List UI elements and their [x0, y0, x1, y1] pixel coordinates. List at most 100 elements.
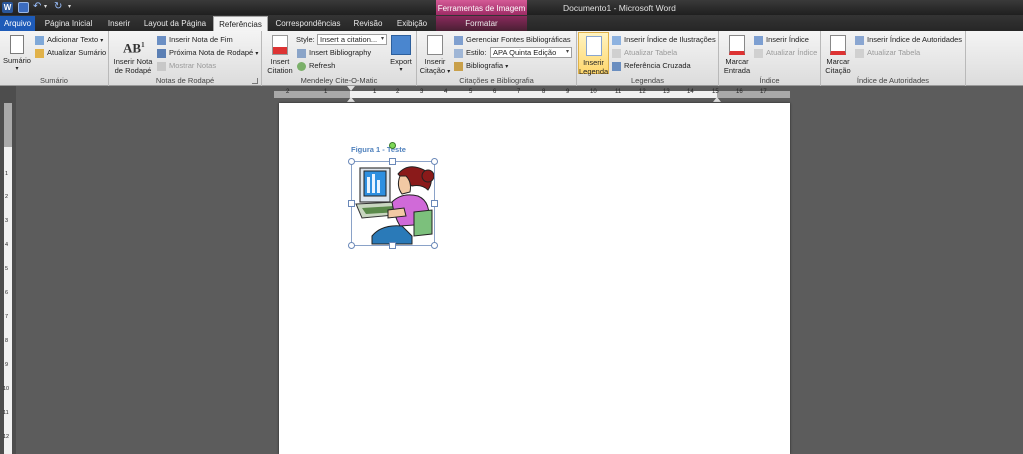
tab-referencias[interactable]: Referências [213, 16, 268, 31]
inserir-nota-de-fim-label: Inserir Nota de Fim [169, 35, 233, 44]
tab-inserir[interactable]: Inserir [102, 16, 136, 31]
mark-citation-icon [830, 35, 846, 55]
tab-correspondencias[interactable]: Correspondências [273, 16, 343, 31]
bibliografia-button[interactable]: Bibliografia ▾ [454, 60, 508, 72]
resize-handle-bm[interactable] [389, 242, 396, 249]
proxima-nota-button[interactable]: Próxima Nota de Rodapé ▾ [157, 47, 258, 59]
ruler-tick: 3 [420, 89, 424, 95]
vruler-tick: 9 [5, 362, 9, 368]
resize-handle-tr[interactable] [431, 158, 438, 165]
inserir-citacao-label-1: Inserir [424, 57, 446, 66]
marcar-entrada-button[interactable]: Marcar Entrada [721, 35, 753, 75]
customize-toolbar-icon[interactable]: ▾ [68, 2, 75, 13]
figure-caption[interactable]: Figura 1 - Teste [351, 145, 406, 154]
insert-citation-button[interactable]: Insert Citation [265, 35, 295, 75]
inserir-nota-de-fim-button[interactable]: Inserir Nota de Fim [157, 34, 233, 46]
atualizar-indice-button[interactable]: Atualizar Índice [754, 47, 817, 59]
group-sumario: Sumário ▾ Adicionar Texto ▾ Atualizar Su… [0, 31, 109, 86]
group-label-sumario: Sumário [40, 76, 68, 85]
group-notas-de-rodape: AB1 Inserir Nota de Rodapé Inserir Nota … [109, 31, 262, 86]
table-of-figures-icon [612, 36, 621, 45]
vruler-tick: 8 [5, 338, 9, 344]
horizontal-ruler[interactable]: 2 1 1 2 3 4 5 6 7 8 9 10 11 12 13 14 15 … [16, 86, 1023, 102]
undo-icon[interactable]: ↶ [33, 2, 44, 13]
inserir-citacao-button[interactable]: Inserir Citação ▾ [419, 35, 451, 77]
notas-dialog-launcher-icon[interactable] [252, 78, 258, 84]
word-app-icon[interactable]: W [2, 2, 13, 13]
ruler-tick: 7 [517, 89, 521, 95]
inserir-indice-ilustracoes-button[interactable]: Inserir Índice de Ilustrações [612, 34, 716, 46]
mostrar-notas-label: Mostrar Notas [169, 61, 217, 70]
inserir-indice-label: Inserir Índice [766, 35, 809, 44]
marcar-citacao-button[interactable]: Marcar Citação [823, 35, 853, 75]
citation-style-dropdown[interactable]: APA Quinta Edição ▾ [490, 47, 572, 58]
adicionar-texto-button[interactable]: Adicionar Texto ▾ [35, 34, 103, 46]
right-indent-marker[interactable] [713, 97, 721, 102]
group-label-legendas: Legendas [631, 76, 664, 85]
ruler-tick: 12 [639, 89, 646, 95]
insert-bibliography-button[interactable]: Insert Bibliography [297, 47, 371, 59]
resize-handle-br[interactable] [431, 242, 438, 249]
gerenciar-fontes-button[interactable]: Gerenciar Fontes Bibliográficas [454, 34, 571, 46]
insert-citation-label-2: Citation [267, 66, 293, 75]
resize-handle-ml[interactable] [348, 200, 355, 207]
tab-exibicao[interactable]: Exibição [392, 16, 432, 31]
update-authorities-icon [855, 49, 864, 58]
tab-formatar[interactable]: Formatar [436, 16, 527, 31]
tab-pagina-inicial[interactable]: Página Inicial [41, 16, 96, 31]
sumario-dropdown-icon: ▾ [15, 66, 19, 72]
bibliography-book-icon [454, 62, 463, 71]
vruler-tick: 3 [5, 218, 9, 224]
selected-image[interactable] [348, 158, 438, 249]
group-label-indice: Índice [759, 76, 780, 85]
inserir-indice-autoridades-button[interactable]: Inserir Índice de Autoridades [855, 34, 962, 46]
ruler-tick: 1 [373, 89, 377, 95]
inserir-nota-label-2: de Rodapé [114, 66, 152, 75]
title-separator: - [613, 3, 617, 13]
style-icon [454, 49, 463, 58]
vertical-ruler[interactable]: 1 2 3 4 5 6 7 8 9 10 11 12 [0, 86, 16, 454]
cross-reference-icon [612, 62, 621, 71]
resize-handle-mr[interactable] [431, 200, 438, 207]
bibliografia-label: Bibliografia [466, 61, 504, 70]
tab-layout-da-pagina[interactable]: Layout da Página [142, 16, 208, 31]
group-label-autoridades: Índice de Autoridades [856, 76, 930, 85]
atualizar-sumario-button[interactable]: Atualizar Sumário [35, 47, 106, 59]
ribbon: Sumário ▾ Adicionar Texto ▾ Atualizar Su… [0, 31, 1023, 86]
image-rotate-handle[interactable] [389, 142, 396, 149]
tab-revisao[interactable]: Revisão [349, 16, 387, 31]
mostrar-notas-button[interactable]: Mostrar Notas [157, 60, 216, 72]
bibliografia-dropdown-icon: ▾ [505, 64, 509, 70]
atualizar-tabela-autoridades-button[interactable]: Atualizar Tabela [855, 47, 920, 59]
vruler-tick: 11 [3, 410, 9, 416]
resize-handle-bl[interactable] [348, 242, 355, 249]
marcar-citacao-label-1: Marcar [826, 57, 850, 66]
redo-icon[interactable]: ↻ [54, 2, 65, 13]
document-page[interactable]: Figura 1 - Teste [279, 103, 790, 454]
undo-dropdown-icon[interactable]: ▾ [44, 2, 50, 13]
show-notes-icon [157, 62, 166, 71]
ruler-tick: 16 [736, 89, 743, 95]
proxima-nota-dropdown-icon: ▾ [255, 51, 259, 57]
proxima-nota-label: Próxima Nota de Rodapé [169, 48, 254, 57]
inserir-indice-button[interactable]: Inserir Índice [754, 34, 809, 46]
mendeley-style-dropdown[interactable]: Insert a citation... ▾ [317, 34, 387, 45]
resize-handle-tl[interactable] [348, 158, 355, 165]
referencia-cruzada-button[interactable]: Referência Cruzada [612, 60, 691, 72]
atualizar-tabela-button[interactable]: Atualizar Tabela [612, 47, 677, 59]
insert-caption-icon [585, 36, 602, 56]
woman-at-computer-clipart [355, 166, 435, 245]
hanging-indent-marker[interactable] [347, 97, 355, 102]
marcar-citacao-label-2: Citação [825, 66, 851, 75]
inserir-nota-de-rodape-button[interactable]: AB1 Inserir Nota de Rodapé [112, 35, 154, 75]
inserir-legenda-button[interactable]: Inserir Legenda [578, 32, 609, 76]
export-button[interactable]: Export ▾ [387, 35, 415, 75]
first-line-indent-marker[interactable] [347, 86, 355, 91]
ruler-tick: 4 [444, 89, 448, 95]
refresh-button[interactable]: Refresh [297, 60, 335, 72]
save-icon[interactable] [18, 2, 29, 13]
resize-handle-tm[interactable] [389, 158, 396, 165]
sumario-button[interactable]: Sumário ▾ [3, 35, 31, 74]
tab-arquivo[interactable]: Arquivo [0, 16, 35, 31]
inserir-legenda-label-1: Inserir [583, 58, 604, 67]
